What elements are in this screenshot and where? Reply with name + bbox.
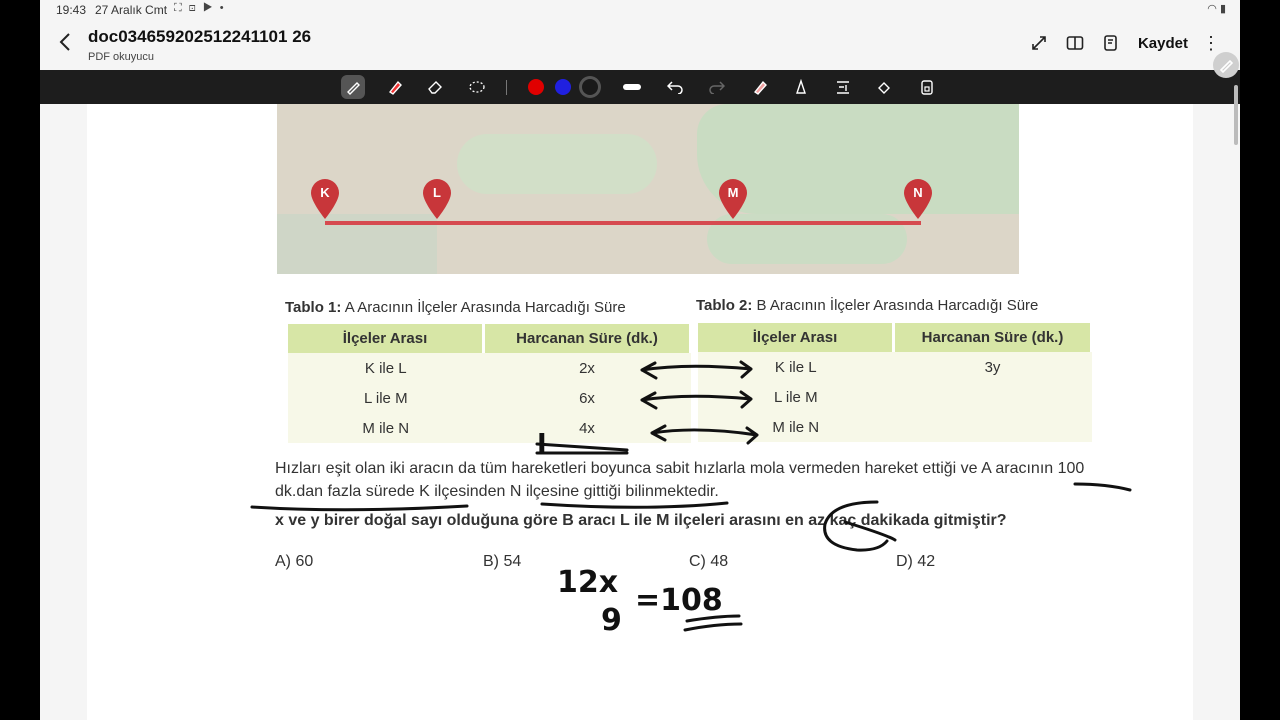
more-options-icon[interactable]: ⋮ [1202, 33, 1220, 54]
route-map: K L M N [277, 104, 1019, 274]
app-bar: doc034659202512241101 26 PDF okuyucu Kay… [40, 20, 1240, 70]
black-swatch [582, 79, 598, 95]
expand-button[interactable] [1028, 32, 1050, 54]
option-c: C) 48 [689, 553, 729, 570]
annotation-toolbar [40, 70, 1240, 104]
floating-edit-button[interactable] [1213, 52, 1239, 78]
system-icons: ◠ ▮ [1207, 2, 1226, 15]
table-row: K ile L 2x [288, 353, 691, 383]
handwritten-result: =108 [635, 583, 723, 618]
text-recognition-icon [837, 81, 849, 94]
expand-icon [1032, 36, 1046, 50]
book-icon [1066, 36, 1084, 50]
handwritten-denominator: 9 [601, 603, 622, 638]
document-title: doc034659202512241101 26 [88, 27, 312, 46]
ruler-pen-button[interactable] [748, 75, 772, 99]
table-row: M ile N 4x [288, 413, 691, 443]
red-swatch [528, 79, 544, 95]
stroke-width-icon [623, 84, 641, 90]
table2: İlçeler Arası Harcanan Süre (dk.) K ile … [698, 323, 1093, 442]
shape-button[interactable] [789, 75, 813, 99]
date: 27 Aralık Cmt [95, 3, 168, 17]
back-button[interactable] [58, 32, 78, 56]
option-d: D) 42 [896, 553, 936, 570]
pencil-icon [1219, 59, 1234, 74]
ruler-pen-icon [753, 80, 767, 95]
pen-icon [347, 82, 360, 95]
blue-swatch [555, 79, 571, 95]
handwritten-numerator: 12x [557, 565, 618, 600]
underline-a-100 [250, 504, 469, 512]
eraser-tool-button[interactable] [423, 75, 447, 99]
page-scrollbar[interactable] [1234, 85, 1238, 145]
pen-tool-button[interactable] [341, 75, 365, 99]
tablet-screen: 19:43 27 Aralık Cmt ⛶ ⊡ ▶ • ◠ ▮ doc03465… [40, 0, 1240, 720]
pdf-page: K L M N Tablo 1: A Aracının İlçeler Aras… [87, 104, 1193, 720]
color-blue-button[interactable] [551, 75, 575, 99]
table-header-row: İlçeler Arası Harcanan Süre (dk.) [288, 324, 692, 353]
clock: 19:43 [56, 3, 87, 17]
screen-icon: ⛶ [174, 2, 184, 14]
lasso-tool-button[interactable] [465, 75, 489, 99]
question-prompt: x ve y birer doğal sayı olduğuna göre B … [275, 512, 1007, 529]
map-pin-l: L [421, 178, 453, 220]
map-pin-n: N [902, 178, 934, 220]
table-row: L ile M [698, 382, 1092, 412]
battery-icon: ▮ [1219, 3, 1226, 15]
document-edit-icon [1104, 35, 1117, 51]
eraser-icon [428, 81, 442, 94]
redo-button[interactable] [705, 75, 729, 99]
table-row: M ile N [698, 412, 1092, 442]
map-pin-k: K [309, 178, 341, 220]
highlighter-icon [388, 80, 402, 95]
table-row: K ile L 3y [698, 352, 1092, 382]
table-header: Harcanan Süre (dk.) [483, 324, 692, 353]
lock-button[interactable] [915, 75, 939, 99]
fill-button[interactable] [872, 75, 896, 99]
fill-icon [878, 82, 890, 94]
youtube-icon: ▶ [202, 2, 215, 14]
stroke-width-button[interactable] [620, 75, 644, 99]
chevron-left-icon [59, 33, 70, 51]
option-a: A) 60 [275, 553, 314, 570]
table-header: Harcanan Süre (dk.) [893, 323, 1093, 352]
dot-icon: • [219, 2, 226, 14]
app-actions: Kaydet ⋮ [1028, 32, 1220, 54]
route-line [325, 221, 921, 225]
table-header: İlçeler Arası [288, 324, 485, 353]
table1-caption: Tablo 1: A Aracının İlçeler Arasında Har… [285, 299, 626, 316]
notification-icons: ⛶ ⊡ ▶ • [174, 2, 226, 15]
wifi-icon: ◠ [1207, 3, 1217, 15]
underline-k-n [540, 501, 729, 509]
book-view-button[interactable] [1064, 32, 1086, 54]
table1: İlçeler Arası Harcanan Süre (dk.) K ile … [288, 324, 692, 443]
color-black-button[interactable] [578, 75, 602, 99]
shape-icon [796, 79, 806, 94]
map-pin-m: M [717, 178, 749, 220]
edit-document-button[interactable] [1100, 32, 1122, 54]
option-b: B) 54 [483, 553, 522, 570]
redo-icon [709, 81, 725, 94]
table-header-row: İlçeler Arası Harcanan Süre (dk.) [698, 323, 1093, 352]
table-row: L ile M 6x [288, 383, 691, 413]
table-header: İlçeler Arası [698, 323, 895, 352]
total-mark-lines [535, 442, 629, 455]
undo-icon [667, 81, 683, 94]
question-text: Hızları eşit olan iki aracın da tüm hare… [275, 460, 1085, 500]
table2-caption: Tablo 2: B Aracının İlçeler Arasında Har… [696, 297, 1039, 314]
highlighter-tool-button[interactable] [383, 75, 407, 99]
text-recognition-button[interactable] [831, 75, 855, 99]
status-bar: 19:43 27 Aralık Cmt ⛶ ⊡ ▶ • ◠ ▮ [40, 0, 1240, 20]
undo-button[interactable] [663, 75, 687, 99]
document-subtitle: PDF okuyucu [88, 51, 155, 63]
result-underline [683, 614, 743, 632]
record-icon: ⊡ [188, 2, 198, 14]
lasso-icon [469, 81, 485, 93]
toolbar-divider [506, 80, 507, 95]
save-button[interactable]: Kaydet [1138, 35, 1188, 52]
color-red-button[interactable] [524, 75, 548, 99]
lock-icon [921, 80, 933, 95]
